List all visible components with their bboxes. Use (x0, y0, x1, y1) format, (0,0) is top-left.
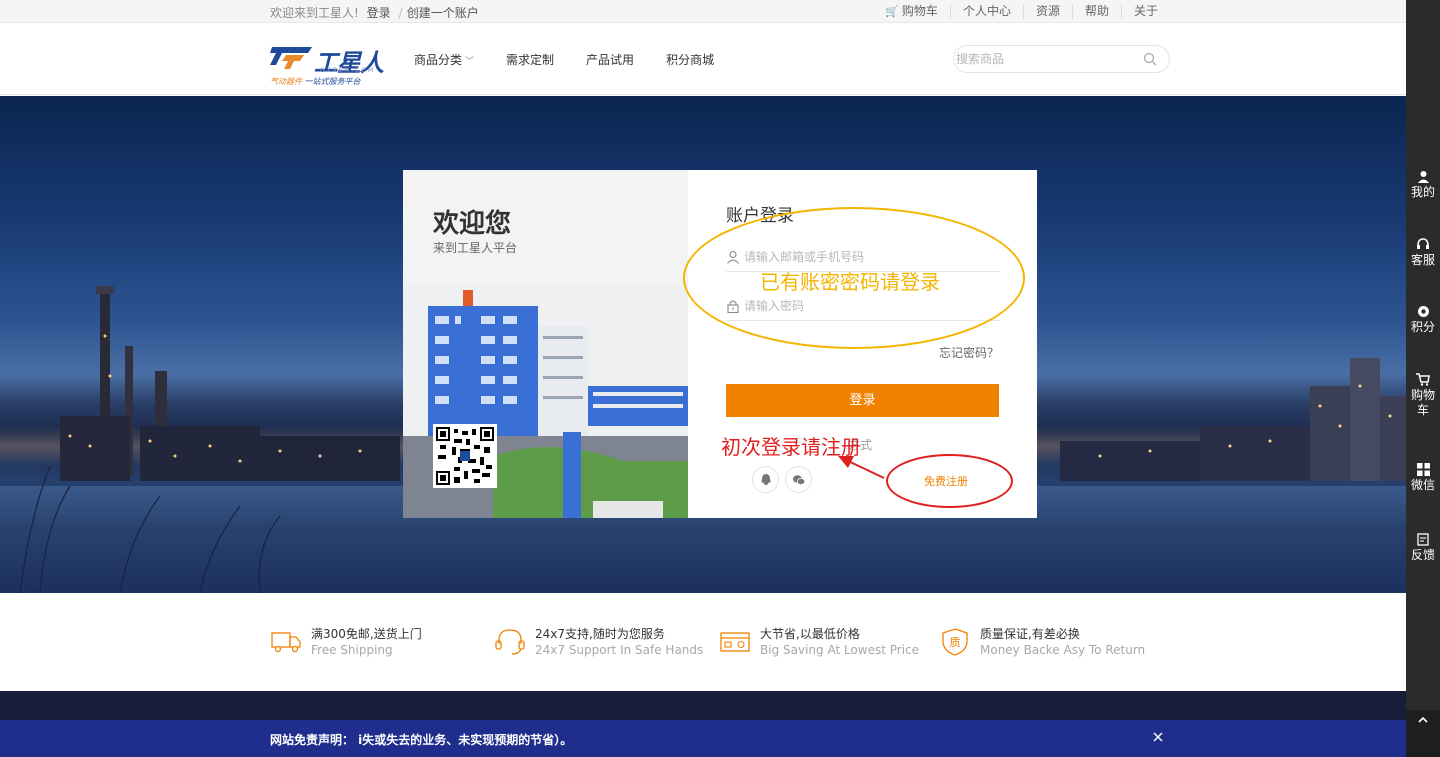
main-nav: 商品分类 ﹀ 需求定制 产品试用 积分商城 (414, 51, 746, 68)
nav-points-mall[interactable]: 积分商城 (666, 51, 714, 68)
points-icon (1417, 306, 1429, 317)
disclaimer-bar: 网站免责声明： i失或失去的业务、未实现预期的节省）。 (0, 720, 1406, 757)
forgot-password-link[interactable]: 忘记密码？ (939, 344, 999, 361)
disclaimer-text: 网站免责声明： i失或失去的业务、未实现预期的节省）。 (270, 733, 573, 747)
sidebar-label: 我的 (1410, 185, 1435, 199)
sidebar-item-points[interactable]: 积分 (1406, 305, 1440, 335)
qq-icon (761, 474, 771, 485)
feature-subtitle: Big Saving At Lowest Price (760, 643, 920, 657)
top-about-link[interactable]: 关于 (1120, 4, 1170, 19)
headset-icon (495, 629, 525, 655)
card-icon (720, 632, 750, 652)
feature-title: 质量保证,有差必换 (980, 627, 1080, 641)
chevron-up-icon (1418, 716, 1428, 723)
logo-mark-icon (270, 47, 312, 69)
qq-login-button[interactable] (752, 466, 779, 493)
sidebar-label: 积分 (1410, 320, 1435, 334)
top-help-link[interactable]: 帮助 (1071, 4, 1121, 19)
login-hint-text: 已有账密密码请登录 (760, 270, 940, 294)
feedback-icon (1416, 533, 1429, 546)
sidebar-item-feedback[interactable]: 反馈 (1406, 533, 1440, 563)
nav-product-categories[interactable]: 商品分类 ﹀ (414, 51, 474, 68)
sidebar-label: 微信 (1410, 478, 1435, 492)
logo-domain: GXREN.COM (320, 67, 376, 74)
logo-slogan-b: 一站式服务平台 (304, 77, 361, 86)
welcome-text: 欢迎来到工星人! (270, 6, 359, 20)
wechat-icon (793, 475, 806, 485)
cart-icon (1416, 373, 1430, 386)
site-logo[interactable]: 工星人 GXREN.COM 气动器件 一站式服务平台 (270, 43, 388, 87)
wechat-grid-icon (1416, 463, 1430, 476)
sidebar-label: 客服 (1410, 253, 1435, 267)
create-account-link[interactable]: 创建一个账户 (407, 6, 479, 20)
cart-icon: 🛒 (885, 5, 899, 18)
logo-slogan: 气动器件 一站式服务平台 (270, 76, 361, 87)
separator: / (398, 6, 403, 20)
top-resources-link[interactable]: 资源 (1022, 4, 1072, 19)
login-button[interactable]: 登录 (726, 384, 999, 417)
search-input[interactable] (956, 51, 1136, 67)
register-hint-ellipse (886, 454, 1013, 508)
top-cart-link[interactable]: 🛒 购物车 (873, 4, 950, 19)
feature-title: 大节省,以最低价格 (760, 627, 860, 641)
welcome-panel: 欢迎您 来到工星人平台 (403, 170, 688, 518)
footer-band (0, 691, 1406, 720)
sidebar-item-service[interactable]: 客服 (1406, 238, 1440, 268)
headset-icon (1417, 238, 1429, 249)
feature-title: 24x7支持,随时为您服务 (535, 627, 665, 641)
svg-text:质: 质 (950, 636, 961, 649)
truck-icon (271, 632, 301, 653)
sidebar-label: 购物车 (1410, 388, 1435, 417)
user-icon (1417, 171, 1429, 183)
top-account-link[interactable]: 个人中心 (949, 4, 1023, 19)
welcome-heading: 欢迎您 (433, 209, 512, 239)
logo-slogan-a: 气动器件 (270, 77, 302, 86)
feature-title: 满300免邮,送货上门 (311, 627, 422, 641)
feature-subtitle: Free Shipping (311, 643, 393, 657)
sidebar-item-wechat[interactable]: 微信 (1406, 463, 1440, 493)
top-cart-label: 购物车 (901, 4, 938, 18)
search-box (953, 45, 1170, 73)
top-bar-left: 欢迎来到工星人! 登录 / 创建一个账户 (270, 4, 483, 21)
welcome-subtitle: 来到工星人平台 (433, 241, 518, 255)
right-sidebar: 我的 客服 积分 购物车 微信 反馈 (1406, 0, 1440, 757)
top-bar-links: 🛒 购物车 个人中心 资源 帮助 关于 (873, 4, 1170, 19)
service-features: 满300免邮,送货上门 Free Shipping 24x7支持,随时为您服务 … (0, 593, 1406, 691)
feature-subtitle: 24x7 Support In Safe Hands (535, 643, 704, 657)
search-icon[interactable] (1143, 52, 1157, 66)
qr-code-icon (436, 427, 494, 485)
register-hint-arrow-icon (838, 456, 885, 479)
close-icon[interactable] (1152, 731, 1164, 743)
nav-product-categories-label: 商品分类 (414, 53, 463, 67)
login-link[interactable]: 登录 (367, 6, 391, 20)
qr-code-image (433, 424, 497, 488)
wechat-login-button[interactable] (785, 466, 812, 493)
nav-custom-demand[interactable]: 需求定制 (506, 51, 554, 68)
sidebar-item-cart[interactable]: 购物车 (1406, 373, 1440, 418)
nav-product-trial[interactable]: 产品试用 (586, 51, 634, 68)
chevron-down-icon: ﹀ (465, 57, 475, 67)
back-to-top-button[interactable] (1406, 710, 1440, 757)
quality-shield-icon: 质 (942, 628, 968, 656)
top-bar: 欢迎来到工星人! 登录 / 创建一个账户 🛒 购物车 个人中心 资源 帮助 关于 (0, 0, 1406, 23)
sidebar-item-mine[interactable]: 我的 (1406, 170, 1440, 200)
header: 工星人 GXREN.COM 气动器件 一站式服务平台 商品分类 ﹀ 需求定制 产品… (0, 23, 1406, 95)
feature-subtitle: Money Backe Asy To Return (980, 643, 1146, 657)
sidebar-label: 反馈 (1410, 548, 1435, 562)
